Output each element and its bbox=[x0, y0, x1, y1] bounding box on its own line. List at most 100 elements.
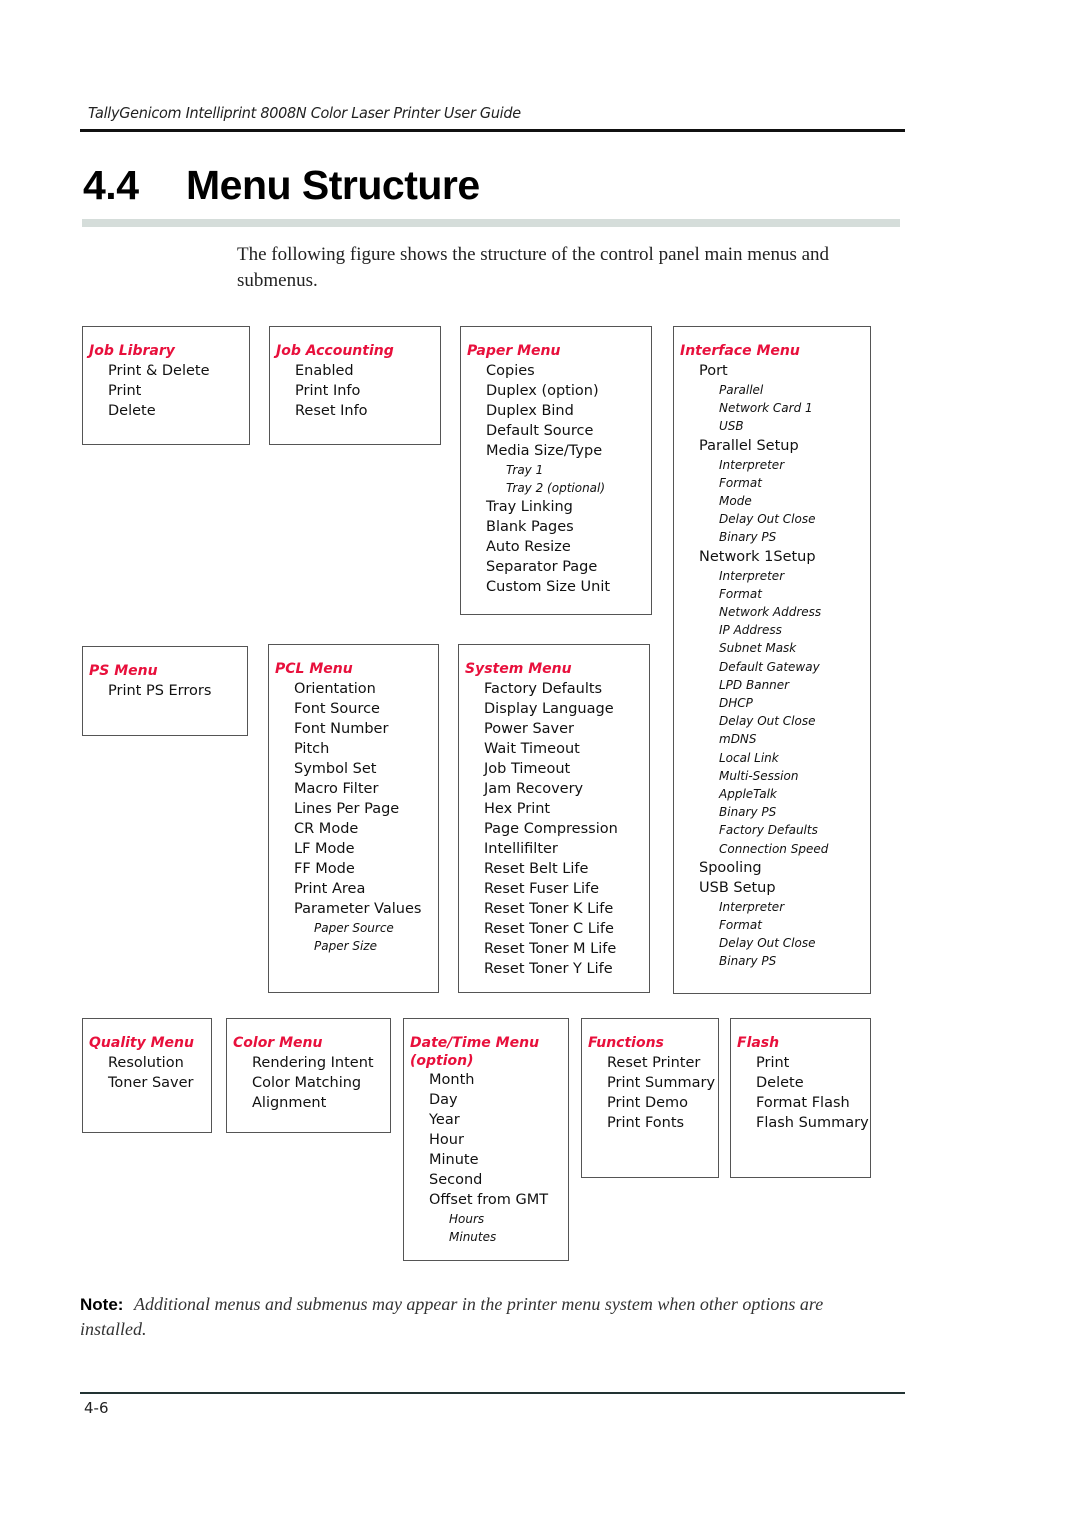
menu-title: Quality Menu bbox=[89, 1035, 194, 1051]
menu-title: Color Menu bbox=[233, 1035, 323, 1051]
menu-title-option: (option) bbox=[410, 1053, 474, 1069]
submenu-item: Interpreter bbox=[719, 457, 785, 472]
menu-item: Month bbox=[429, 1072, 475, 1088]
submenu-item: Parallel bbox=[719, 383, 764, 397]
menu-item: Print bbox=[756, 1055, 790, 1071]
menu-title: Date/Time Menu bbox=[410, 1035, 540, 1051]
note-label: Note: bbox=[80, 1295, 124, 1314]
menu-title: PCL Menu bbox=[275, 661, 353, 677]
menu-item: Parallel Setup bbox=[699, 437, 799, 454]
submenu-item: Paper Size bbox=[314, 939, 377, 954]
submenu-item: IP Address bbox=[719, 623, 782, 638]
submenu-item: Format bbox=[719, 586, 762, 601]
submenu-item: Factory Defaults bbox=[719, 823, 818, 838]
menu-item: Flash Summary bbox=[756, 1115, 869, 1131]
menu-item: Year bbox=[429, 1112, 460, 1128]
menu-item: Print Demo bbox=[607, 1095, 689, 1111]
menu-box-paper-menu: Paper Menu Copies Duplex (option) Duplex… bbox=[460, 326, 652, 615]
submenu-item: Tray 2 (optional) bbox=[506, 481, 606, 496]
submenu-item: Binary PS bbox=[719, 805, 777, 820]
menu-title: PS Menu bbox=[89, 663, 158, 679]
menu-title: Paper Menu bbox=[467, 343, 561, 359]
submenu-item: AppleTalk bbox=[719, 787, 777, 802]
menu-item: Reset Toner M Life bbox=[484, 941, 617, 957]
menu-item: Hour bbox=[429, 1132, 464, 1148]
menu-item: USB Setup bbox=[699, 879, 776, 896]
menu-item: Reset Fuser Life bbox=[484, 881, 600, 897]
menu-item: Hex Print bbox=[484, 801, 551, 817]
note-text: Additional menus and submenus may appear… bbox=[80, 1294, 824, 1339]
menu-item: Delete bbox=[756, 1075, 804, 1091]
menu-item: Print Area bbox=[294, 881, 366, 897]
menu-item: Orientation bbox=[294, 681, 376, 697]
menu-item: Jam Recovery bbox=[484, 781, 584, 797]
menu-item: LF Mode bbox=[294, 841, 355, 857]
menu-item: Reset Printer bbox=[607, 1055, 701, 1071]
menu-item: Tray Linking bbox=[486, 499, 573, 516]
menu-item: Print & Delete bbox=[108, 363, 210, 379]
submenu-item: Connection Speed bbox=[719, 841, 829, 856]
submenu-item: Binary PS bbox=[719, 954, 777, 969]
menu-box-flash: Flash Print Delete Format Flash Flash Su… bbox=[730, 1018, 871, 1178]
menu-title: System Menu bbox=[465, 661, 572, 677]
menu-item: Duplex Bind bbox=[486, 403, 574, 419]
menu-title: Flash bbox=[737, 1035, 780, 1051]
menu-item: Toner Saver bbox=[108, 1075, 194, 1091]
submenu-item: mDNS bbox=[719, 732, 757, 747]
menu-item: Separator Page bbox=[486, 559, 598, 576]
submenu-item: Subnet Mask bbox=[719, 641, 797, 656]
running-header: TallyGenicom Intelliprint 8008N Color La… bbox=[88, 104, 521, 122]
submenu-item: Interpreter bbox=[719, 899, 785, 914]
footer-rule bbox=[80, 1392, 905, 1394]
menu-item: Intellifilter bbox=[484, 841, 558, 857]
menu-item: Port bbox=[699, 363, 728, 379]
menu-item: Job Timeout bbox=[484, 761, 571, 777]
menu-item: Print Fonts bbox=[607, 1115, 685, 1131]
menu-item: Page Compression bbox=[484, 821, 618, 837]
submenu-item: Network Address bbox=[719, 605, 822, 620]
page-number: 4-6 bbox=[84, 1399, 109, 1417]
header-rule bbox=[80, 129, 905, 132]
menu-item: Minute bbox=[429, 1152, 479, 1168]
submenu-item: DHCP bbox=[719, 696, 753, 711]
menu-item: Parameter Values bbox=[294, 901, 422, 917]
menu-item: Print bbox=[108, 383, 142, 399]
submenu-item: Delay Out Close bbox=[719, 714, 816, 729]
menu-item: Day bbox=[429, 1092, 458, 1108]
submenu-item: Format bbox=[719, 475, 762, 490]
menu-item: Print Summary bbox=[607, 1075, 716, 1091]
menu-item: Network 1Setup bbox=[699, 548, 816, 565]
menu-item: Offset from GMT bbox=[429, 1192, 549, 1208]
menu-item: Reset Toner C Life bbox=[484, 921, 614, 937]
menu-box-job-library: Job Library Print & Delete Print Delete bbox=[82, 326, 250, 445]
menu-item: Enabled bbox=[295, 363, 354, 379]
menu-box-functions: Functions Reset Printer Print Summary Pr… bbox=[581, 1018, 719, 1178]
menu-item: Display Language bbox=[484, 701, 614, 717]
menu-box-system-menu: System Menu Factory Defaults Display Lan… bbox=[458, 644, 650, 993]
submenu-item: Mode bbox=[719, 494, 752, 509]
section-title: 4.4 Menu Structure bbox=[83, 162, 480, 209]
menu-item: Custom Size Unit bbox=[486, 579, 611, 596]
menu-item: FF Mode bbox=[294, 861, 355, 877]
menu-title: Functions bbox=[588, 1035, 664, 1051]
section-title-text: Menu Structure bbox=[186, 162, 480, 208]
submenu-item: Network Card 1 bbox=[719, 401, 813, 416]
intro-paragraph: The following figure shows the structure… bbox=[237, 244, 830, 291]
menu-box-pcl-menu: PCL Menu Orientation Font Source Font Nu… bbox=[268, 644, 439, 993]
submenu-item: Default Gateway bbox=[719, 659, 820, 674]
menu-box-quality-menu: Quality Menu Resolution Toner Saver bbox=[82, 1018, 212, 1133]
submenu-item: Binary PS bbox=[719, 530, 777, 545]
menu-item: Alignment bbox=[252, 1095, 327, 1111]
submenu-item: Delay Out Close bbox=[719, 936, 816, 951]
menu-item: Font Number bbox=[294, 721, 389, 737]
menu-box-job-accounting: Job Accounting Enabled Print Info Reset … bbox=[269, 326, 441, 445]
menu-item: Font Source bbox=[294, 701, 380, 717]
submenu-item: Delay Out Close bbox=[719, 512, 816, 527]
menu-item: Power Saver bbox=[484, 721, 575, 737]
menu-item: Auto Resize bbox=[486, 539, 571, 556]
submenu-item: Tray 1 bbox=[506, 463, 544, 477]
menu-item: Format Flash bbox=[756, 1095, 850, 1111]
menu-item: Reset Toner K Life bbox=[484, 901, 614, 917]
menu-item: Delete bbox=[108, 403, 156, 419]
menu-box-interface-menu: Interface Menu Port Parallel Network Car… bbox=[673, 326, 871, 994]
